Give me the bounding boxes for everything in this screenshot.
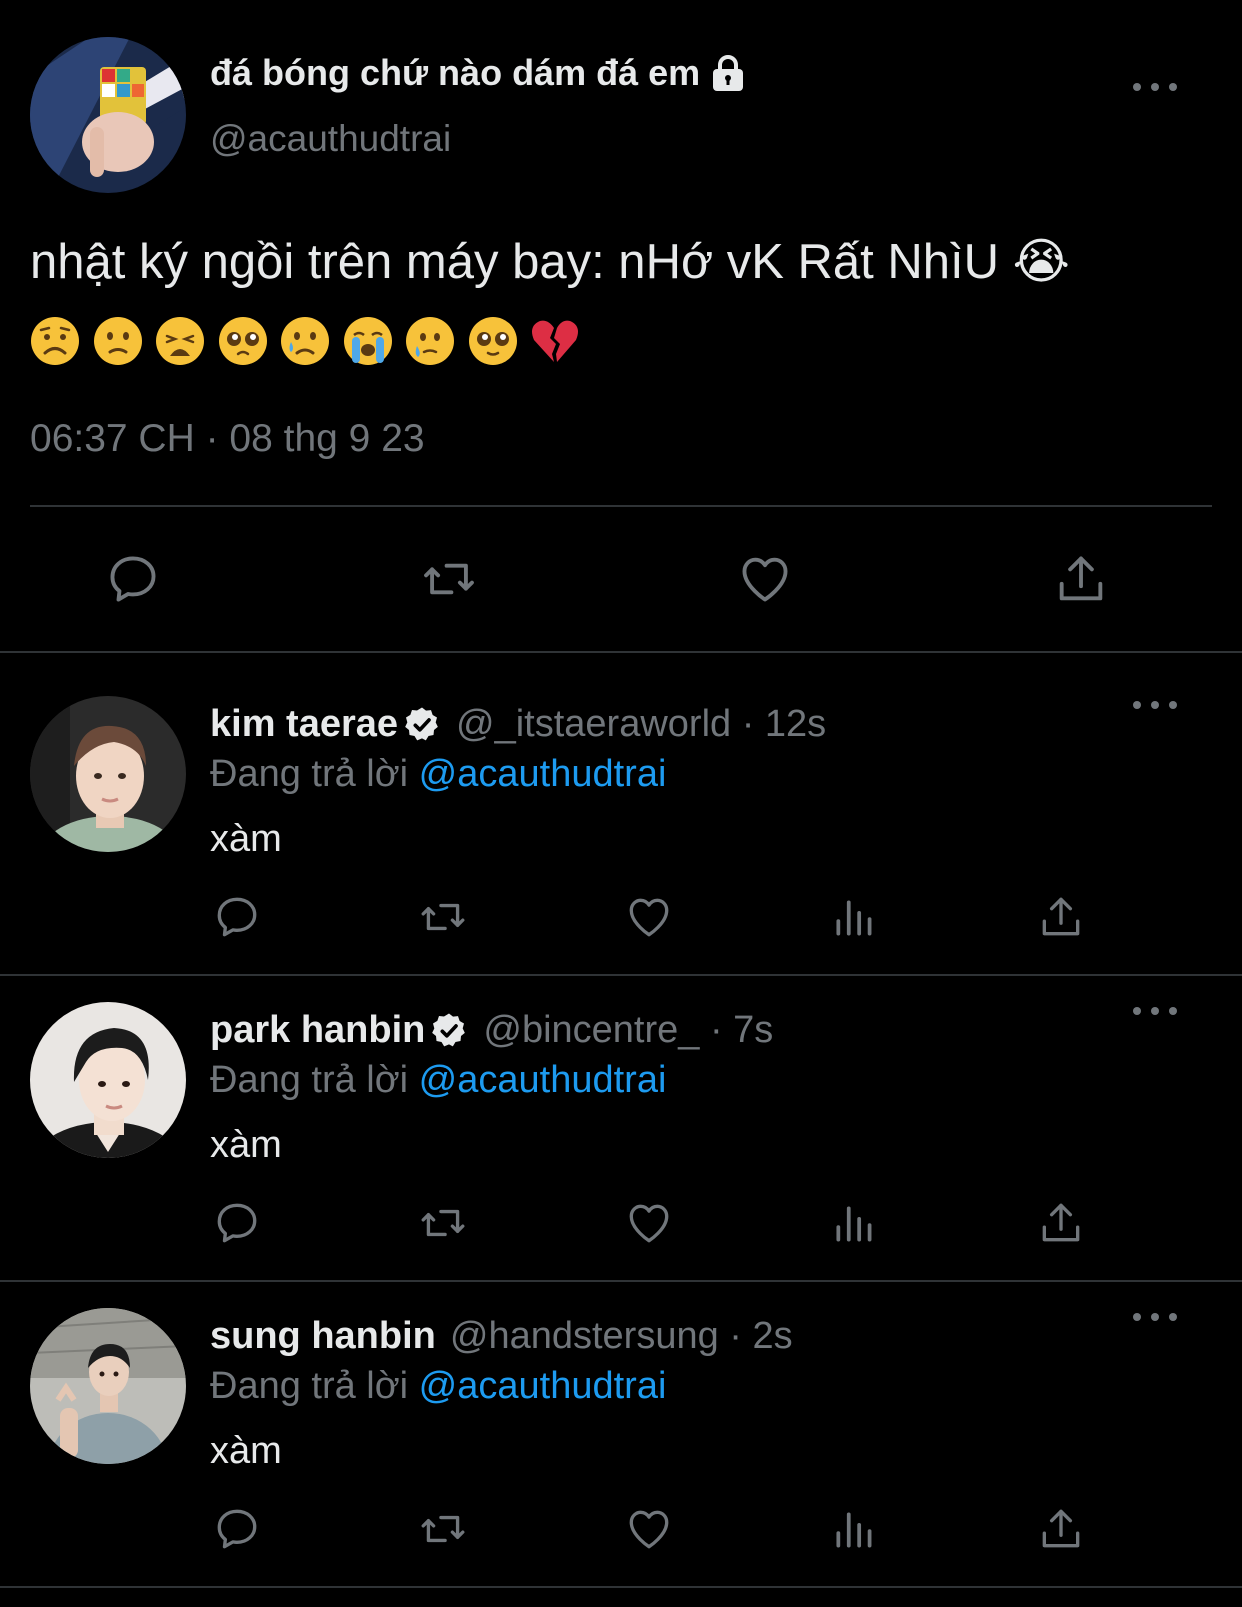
verified-badge-icon: [429, 1011, 469, 1051]
views-icon[interactable]: [827, 1501, 883, 1557]
reply-icon[interactable]: [209, 1195, 265, 1251]
reply-text: xàm: [210, 818, 282, 860]
reply-header: kim taerae @_itstaeraworld · 12s: [210, 703, 826, 746]
broken-heart-emoji: [532, 320, 578, 362]
tweet-text: nhật ký ngồi trên máy bay: nHớ vK Rất Nh…: [30, 235, 1070, 289]
views-icon[interactable]: [827, 889, 883, 945]
pleading-face-emoji: [468, 317, 517, 365]
crying-face-emoji: [281, 317, 329, 365]
like-icon[interactable]: [621, 1195, 677, 1251]
loudly-crying-face-emoji: [343, 317, 392, 365]
face-holding-back-tears-emoji: [406, 317, 454, 365]
author-handle[interactable]: @acauthudtrai: [210, 118, 451, 160]
reply-text: xàm: [210, 1124, 282, 1166]
share-icon[interactable]: [1033, 1195, 1089, 1251]
avatar[interactable]: [30, 1308, 186, 1464]
author-avatar[interactable]: [30, 37, 186, 193]
author-name[interactable]: đá bóng chứ nào dám đá em: [210, 52, 746, 94]
reply-author-name[interactable]: sung hanbin: [210, 1315, 436, 1358]
reply-author-name[interactable]: park hanbin: [210, 1009, 425, 1052]
avatar[interactable]: [30, 696, 186, 852]
reply-icon[interactable]: [103, 549, 163, 609]
more-options-icon[interactable]: [1133, 77, 1177, 97]
reply-icon[interactable]: [209, 889, 265, 945]
reply-icon[interactable]: [209, 1501, 265, 1557]
reply-author-name[interactable]: kim taerae: [210, 703, 398, 746]
reply-tweet[interactable]: kim taerae @_itstaeraworld · 12s Đang tr…: [0, 653, 1242, 958]
more-options-icon[interactable]: [1133, 1307, 1177, 1327]
retweet-icon[interactable]: [415, 1195, 471, 1251]
like-icon[interactable]: [735, 549, 795, 609]
like-icon[interactable]: [621, 1501, 677, 1557]
emoji-row: [30, 316, 593, 366]
verified-badge-icon: [402, 705, 442, 745]
replying-to: Đang trả lời @acauthudtrai: [210, 753, 666, 796]
share-icon[interactable]: [1051, 549, 1111, 609]
retweet-icon[interactable]: [419, 549, 479, 609]
share-icon[interactable]: [1033, 889, 1089, 945]
replying-prefix: Đang trả lời: [210, 753, 419, 795]
divider: [0, 1586, 1242, 1588]
reply-handle-time[interactable]: @bincentre_ · 7s: [483, 1009, 773, 1052]
pleading-face-emoji: [218, 317, 267, 365]
main-tweet: đá bóng chứ nào dám đá em @acauthudtrai …: [0, 0, 1242, 651]
reply-tweet[interactable]: sung hanbin @handstersung · 2s Đang trả …: [0, 1265, 1242, 1570]
views-icon[interactable]: [827, 1195, 883, 1251]
like-icon[interactable]: [621, 889, 677, 945]
retweet-icon[interactable]: [415, 889, 471, 945]
reply-handle-time[interactable]: @handstersung · 2s: [450, 1315, 793, 1358]
divider: [30, 505, 1212, 507]
reply-text: xàm: [210, 1430, 282, 1472]
replying-mention-link[interactable]: @acauthudtrai: [419, 753, 667, 795]
reply-header: park hanbin @bincentre_ · 7s: [210, 1009, 773, 1052]
share-icon[interactable]: [1033, 1501, 1089, 1557]
replying-prefix: Đang trả lời: [210, 1365, 419, 1407]
more-options-icon[interactable]: [1133, 1001, 1177, 1021]
frowning-face-emoji: [31, 317, 79, 365]
slightly-frowning-face-emoji: [93, 317, 142, 365]
reply-header: sung hanbin @handstersung · 2s: [210, 1315, 793, 1358]
timestamp[interactable]: 06:37 CH · 08 thg 9 23: [30, 417, 425, 461]
more-options-icon[interactable]: [1133, 695, 1177, 715]
reply-handle-time[interactable]: @_itstaeraworld · 12s: [456, 703, 826, 746]
reply-tweet[interactable]: park hanbin @bincentre_ · 7s Đang trả lờ…: [0, 959, 1242, 1264]
lock-icon: [710, 54, 746, 92]
author-name-text: đá bóng chứ nào dám đá em: [210, 52, 701, 93]
replying-to: Đang trả lời @acauthudtrai: [210, 1059, 666, 1102]
replying-mention-link[interactable]: @acauthudtrai: [419, 1365, 667, 1407]
replying-mention-link[interactable]: @acauthudtrai: [419, 1059, 667, 1101]
replying-to: Đang trả lời @acauthudtrai: [210, 1365, 666, 1408]
avatar[interactable]: [30, 1002, 186, 1158]
retweet-icon[interactable]: [415, 1501, 471, 1557]
replying-prefix: Đang trả lời: [210, 1059, 419, 1101]
weary-face-emoji: [156, 317, 204, 365]
